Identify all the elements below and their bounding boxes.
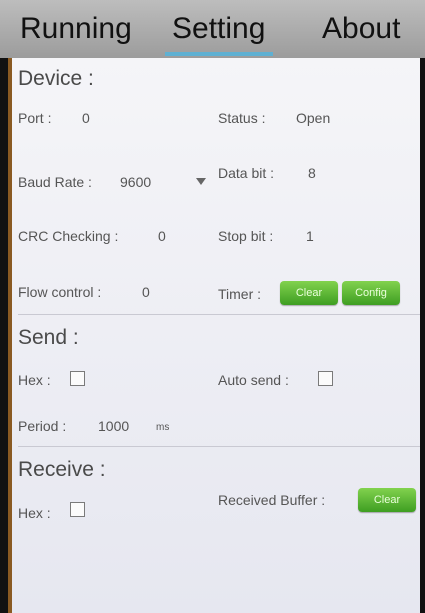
receive-hex-checkbox[interactable]	[70, 502, 85, 517]
period-unit: ms	[156, 422, 170, 433]
send-section-header: Send :	[18, 326, 79, 349]
tab-setting[interactable]: Setting	[172, 0, 265, 58]
send-hex-checkbox[interactable]	[70, 371, 85, 386]
period-label: Period :	[18, 418, 67, 434]
active-tab-indicator	[165, 52, 273, 56]
flow-control-label: Flow control :	[18, 284, 102, 300]
tab-running[interactable]: Running	[20, 0, 132, 58]
tab-about[interactable]: About	[322, 0, 400, 58]
status-label: Status :	[218, 110, 266, 126]
send-hex-label: Hex :	[18, 372, 51, 388]
period-value[interactable]: 1000	[98, 418, 129, 434]
receive-hex-label: Hex :	[18, 505, 51, 521]
receive-section-header: Receive :	[18, 458, 106, 481]
baud-rate-label: Baud Rate :	[18, 174, 92, 190]
stop-bit-value[interactable]: 1	[306, 228, 314, 244]
divider	[18, 314, 420, 315]
settings-panel: Device : Port : 0 Status : Open Baud Rat…	[8, 58, 420, 613]
received-buffer-label: Received Buffer :	[218, 492, 326, 508]
flow-control-value[interactable]: 0	[142, 284, 150, 300]
baud-rate-value[interactable]: 9600	[120, 174, 151, 190]
timer-clear-button[interactable]: Clear	[280, 281, 338, 305]
auto-send-checkbox[interactable]	[318, 371, 333, 386]
divider	[18, 446, 420, 447]
port-value[interactable]: 0	[82, 110, 90, 126]
timer-label: Timer :	[218, 286, 262, 302]
data-bit-label: Data bit :	[218, 165, 275, 181]
data-bit-value[interactable]: 8	[308, 165, 316, 181]
chevron-down-icon[interactable]	[196, 178, 206, 185]
received-buffer-clear-button[interactable]: Clear	[358, 488, 416, 512]
port-label: Port :	[18, 110, 52, 126]
auto-send-label: Auto send :	[218, 372, 289, 388]
stop-bit-label: Stop bit :	[218, 228, 274, 244]
device-section-header: Device :	[18, 67, 94, 90]
tab-bar: Running Setting About	[0, 0, 425, 58]
status-value: Open	[296, 110, 331, 126]
crc-checking-label: CRC Checking :	[18, 228, 119, 244]
crc-checking-value[interactable]: 0	[158, 228, 166, 244]
timer-config-button[interactable]: Config	[342, 281, 400, 305]
